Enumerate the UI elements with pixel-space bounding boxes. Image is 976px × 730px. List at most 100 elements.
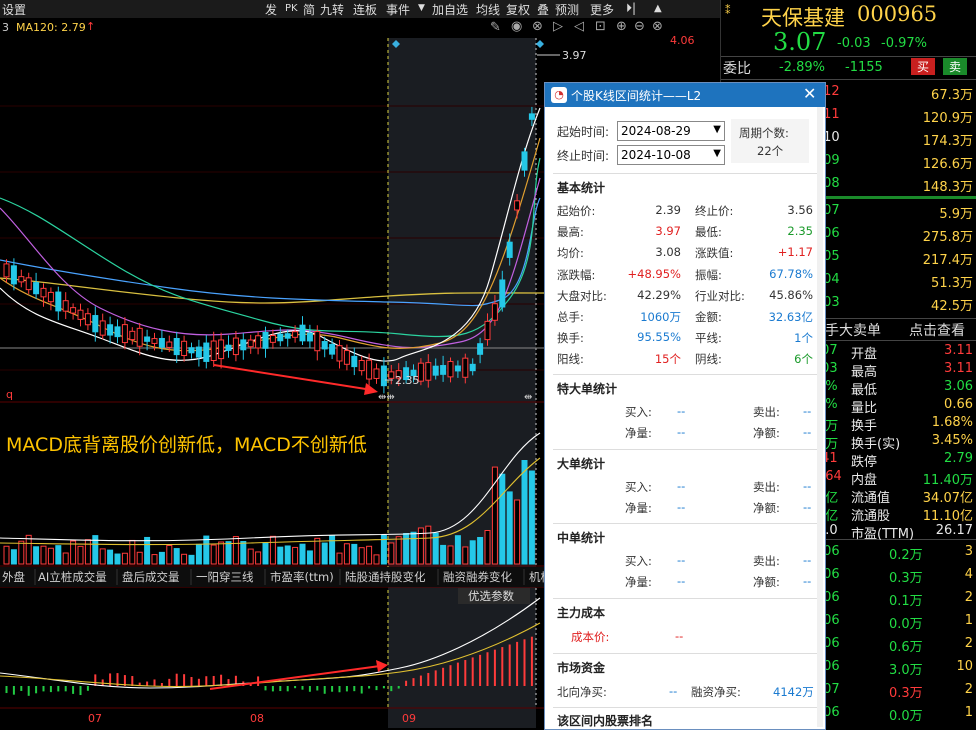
volume-bar [506, 491, 513, 565]
play-icon[interactable]: ▷ [553, 19, 563, 34]
end-date-select[interactable]: 2024-10-08 ▼ [617, 145, 725, 165]
toolbar-collapse-icon[interactable]: ▲ [654, 3, 662, 14]
buy-in-value: -- [677, 553, 686, 567]
volume-bar [336, 552, 343, 565]
volume-bar [181, 553, 188, 565]
eye-icon[interactable]: ◉ [511, 19, 522, 34]
volume-bar [462, 546, 469, 565]
q-label: q [6, 388, 13, 401]
quote-value: 3.11 [944, 343, 973, 358]
candle-body [314, 331, 321, 352]
net-amount-value: -- [803, 500, 812, 514]
volume-bar [329, 535, 336, 565]
tick-count: 2 [964, 590, 973, 605]
volume-bar [262, 542, 269, 565]
toolbar-item-adjust[interactable]: 复权 [506, 1, 530, 18]
corner-number: 3 [2, 21, 9, 34]
toolbar-item-more[interactable]: 更多 [590, 1, 614, 18]
settings-icon[interactable]: ⊗ [532, 19, 543, 34]
toolbar-item-simple[interactable]: 简 [303, 1, 315, 18]
stat-label: 终止价: [695, 204, 734, 218]
quote-value: 0.66 [944, 397, 973, 412]
volume-bar [10, 549, 17, 565]
candle-body [528, 113, 535, 120]
stat-value: 67.78% [769, 266, 813, 281]
toolbar-item-forecast[interactable]: 预测 [555, 1, 579, 18]
stat-value: +48.95% [627, 266, 682, 281]
zoom-out-icon[interactable]: ⊖ [634, 19, 645, 34]
toolbar-item-jiuzhuan[interactable]: 九转 [320, 1, 344, 18]
tick-count: 4 [964, 567, 973, 582]
candle-body [247, 339, 254, 348]
tab-ai-volume[interactable]: AI立桩成交量 [38, 570, 107, 584]
toolbar-item-pk[interactable]: PK [285, 3, 298, 14]
toolbar-item-overlay[interactable]: 叠 [537, 1, 549, 18]
net-volume-label: 净量: [625, 501, 652, 515]
toolbar-item-fa[interactable]: 发 [265, 1, 277, 18]
candle-body [447, 361, 454, 378]
volume-bar [528, 470, 535, 565]
tab-click-view[interactable]: 点击查看 [909, 320, 965, 340]
volume-bar [499, 473, 506, 565]
candle-body [321, 341, 328, 350]
tab-northbound-holdings[interactable]: 陆股通持股变化 [345, 570, 426, 584]
price-divergence-arrow [213, 364, 373, 391]
start-date-select[interactable]: 2024-08-29 ▼ [617, 121, 725, 141]
tab-pe-ttm[interactable]: 市盈率(ttm) [270, 570, 334, 584]
candle-body [173, 337, 180, 356]
toolbar-dropdown-arrow[interactable]: ▼ [418, 3, 425, 13]
volume-bar [55, 545, 62, 565]
toolbar-item-ma[interactable]: 均线 [476, 1, 500, 18]
tab-margin-change[interactable]: 融资融券变化 [443, 570, 512, 584]
tab-outer[interactable]: 外盘 [2, 570, 25, 584]
tick-volume: 0.1万 [889, 594, 923, 609]
volume-bar [99, 548, 106, 565]
dialog-scrollbar[interactable] [817, 107, 823, 727]
range-handle-icon: ⇹⇹ [378, 392, 395, 403]
low-price-label: 2.35 [395, 374, 420, 387]
tick-count: 1 [964, 613, 973, 628]
price-arrow-head [364, 383, 378, 395]
period-count-label: 周期个数: [739, 126, 789, 140]
candle-body [107, 324, 114, 336]
fullscreen-icon[interactable]: ⊡ [595, 19, 606, 34]
tab-one-yang-three[interactable]: 一阳穿三线 [196, 570, 254, 584]
back-icon[interactable]: ◁ [574, 19, 584, 34]
sell-button[interactable]: 卖 [943, 58, 967, 75]
settings-button[interactable]: 设置 [2, 1, 26, 18]
volume-bar [484, 530, 491, 565]
stat-label: 最低: [695, 225, 722, 240]
toolbar-item-lianban[interactable]: 连板 [353, 1, 377, 18]
pen-icon[interactable]: ✎ [490, 20, 501, 35]
volume-bar [84, 539, 91, 565]
buy-button[interactable]: 买 [911, 58, 935, 75]
expand-icon[interactable]: ⏵| [626, 1, 636, 16]
buy-volume: 42.5万 [931, 299, 973, 314]
close-icon[interactable]: ✕ [803, 84, 816, 103]
tick-volume: 3.0万 [889, 663, 923, 678]
tab-after-hours-volume[interactable]: 盘后成交量 [122, 570, 180, 584]
candle-body [181, 340, 188, 357]
toolbar-item-add-watch[interactable]: 加自选 [432, 1, 468, 18]
candle-body [425, 362, 432, 381]
candle-body [144, 336, 151, 342]
volume-bar [373, 554, 380, 565]
star-icon[interactable]: ⁑ [725, 4, 731, 17]
period-count-box: 周期个数: 22个 [731, 119, 809, 163]
tab-big-sell[interactable]: 大卖单 [839, 320, 881, 340]
toolbar-item-events[interactable]: 事件 [386, 1, 410, 18]
candle-body [514, 200, 521, 211]
candle-body [366, 359, 373, 380]
candle-body [373, 368, 380, 379]
close-chart-icon[interactable]: ⊗ [652, 19, 663, 34]
zoom-in-icon[interactable]: ⊕ [616, 19, 627, 34]
volume-bar [121, 552, 128, 565]
dialog-titlebar[interactable]: ◔ 个股K线区间统计——L2 ✕ [545, 83, 825, 107]
candle-body [114, 326, 121, 338]
buy-volume: 5.9万 [939, 207, 973, 222]
tab-hand[interactable]: 手 [825, 320, 839, 340]
volume-bar [77, 545, 84, 565]
range-handle-icon: ⇹ [524, 392, 532, 403]
range-rank-title: 该区间内股票排名 [557, 714, 654, 728]
volume-bar [107, 549, 114, 565]
